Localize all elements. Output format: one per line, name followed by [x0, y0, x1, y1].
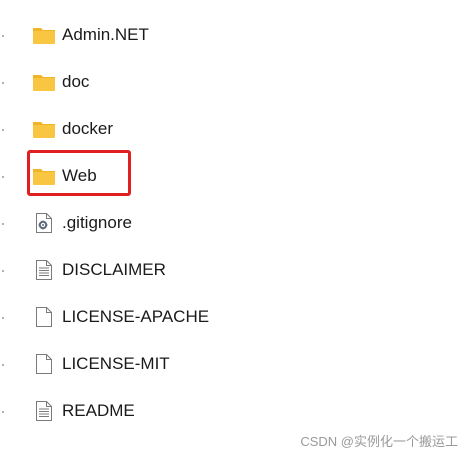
edge-marker: [2, 317, 4, 319]
file-name: docker: [62, 119, 114, 138]
file-name: LICENSE-APACHE: [62, 307, 210, 326]
edge-marker: [2, 82, 4, 84]
file-name: LICENSE-MIT: [62, 354, 170, 373]
file-list: Admin.NET doc docker Web .gitignore DISC…: [0, 0, 472, 460]
file-row-disclaimer[interactable]: DISCLAIMER: [24, 253, 444, 287]
highlight-box: [27, 150, 131, 196]
edge-marker: [2, 35, 4, 37]
blank-file-icon: [32, 305, 56, 329]
edge-marker: [2, 223, 4, 225]
folder-icon: [32, 70, 56, 94]
watermark: CSDN @实例化一个搬运工: [300, 434, 458, 449]
file-row-license-mit[interactable]: LICENSE-MIT: [24, 347, 444, 381]
text-file-icon: [32, 258, 56, 282]
row-edge-markers: [0, 0, 6, 460]
edge-marker: [2, 411, 4, 413]
file-name: README: [62, 401, 135, 420]
file-row-docker[interactable]: docker: [24, 112, 444, 146]
config-file-icon: [32, 211, 56, 235]
blank-file-icon: [32, 352, 56, 376]
file-row-readme[interactable]: README: [24, 394, 444, 428]
file-name: doc: [62, 72, 90, 91]
file-row-doc[interactable]: doc: [24, 65, 444, 99]
text-file-icon: [32, 399, 56, 423]
edge-marker: [2, 364, 4, 366]
file-name: Admin.NET: [62, 25, 149, 44]
edge-marker: [2, 176, 4, 178]
edge-marker: [2, 270, 4, 272]
folder-icon: [32, 117, 56, 141]
file-row-admin-net[interactable]: Admin.NET: [24, 18, 444, 52]
file-name: DISCLAIMER: [62, 260, 166, 279]
folder-icon: [32, 23, 56, 47]
file-row-gitignore[interactable]: .gitignore: [24, 206, 444, 240]
edge-marker: [2, 129, 4, 131]
file-row-license-apache[interactable]: LICENSE-APACHE: [24, 300, 444, 334]
file-name: .gitignore: [62, 213, 132, 232]
